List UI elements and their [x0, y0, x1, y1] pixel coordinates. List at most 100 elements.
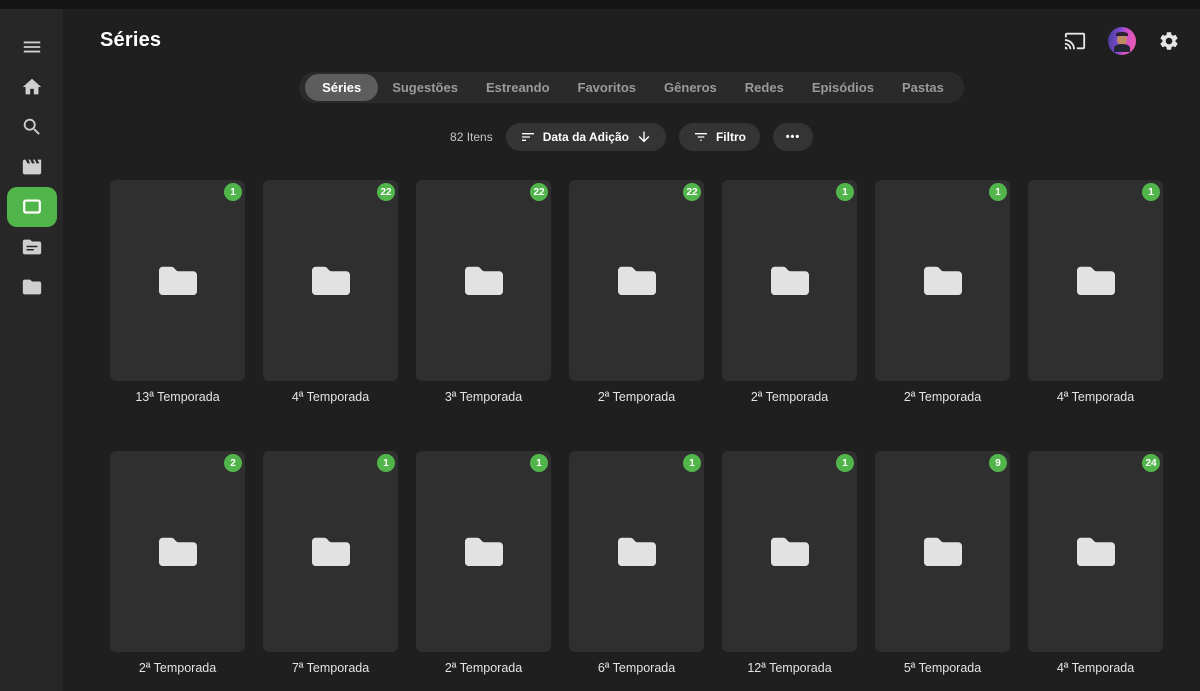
folder-card-label: 2ª Temporada	[750, 390, 829, 404]
folder-card[interactable]: 1 7ª Temporada	[263, 451, 398, 676]
folder-card-thumb[interactable]: 24	[1028, 451, 1163, 652]
folder-card-thumb[interactable]: 1	[722, 451, 857, 652]
sidebar-item-library[interactable]	[7, 227, 57, 267]
folder-icon	[767, 262, 813, 300]
count-badge: 22	[683, 183, 701, 201]
folder-card[interactable]: 1 2ª Temporada	[875, 180, 1010, 405]
tab-series[interactable]: Séries	[305, 74, 379, 101]
folder-card[interactable]: 1 12ª Temporada	[722, 451, 857, 676]
folder-card[interactable]: 9 5ª Temporada	[875, 451, 1010, 676]
search-icon	[21, 116, 43, 138]
folder-card-thumb[interactable]: 1	[416, 451, 551, 652]
tab-sugestoes[interactable]: Sugestões	[378, 74, 472, 101]
folder-card-thumb[interactable]: 1	[569, 451, 704, 652]
folder-card[interactable]: 22 4ª Temporada	[263, 180, 398, 405]
folder-card-label: 7ª Temporada	[291, 661, 370, 675]
count-badge: 1	[1142, 183, 1160, 201]
folder-icon	[308, 262, 354, 300]
toolbar: 82 Itens Data da Adição Filtro •••	[63, 123, 1200, 151]
menu-icon	[21, 36, 43, 58]
tabs-row: Séries Sugestões Estreando Favoritos Gêneros…	[63, 72, 1200, 103]
count-badge: 1	[836, 183, 854, 201]
folder-icon	[614, 533, 660, 571]
folder-card[interactable]: 1 2ª Temporada	[722, 180, 857, 405]
folder-card-label: 13ª Temporada	[135, 390, 220, 404]
cast-icon[interactable]	[1062, 28, 1088, 54]
tab-episodios[interactable]: Episódios	[798, 74, 888, 101]
folder-card-label: 2ª Temporada	[903, 390, 982, 404]
count-badge: 1	[836, 454, 854, 472]
folder-lines-icon	[21, 236, 43, 258]
tab-redes[interactable]: Redes	[731, 74, 798, 101]
count-badge: 1	[377, 454, 395, 472]
folder-card-label: 12ª Temporada	[747, 661, 832, 675]
tab-bar: Séries Sugestões Estreando Favoritos Gêneros…	[299, 72, 964, 103]
sidebar-item-menu[interactable]	[7, 27, 57, 67]
folder-card-thumb[interactable]: 22	[263, 180, 398, 381]
page-title: Séries	[100, 29, 162, 51]
folder-icon	[461, 533, 507, 571]
more-horiz-icon: •••	[785, 131, 801, 143]
settings-gear-icon[interactable]	[1156, 28, 1182, 54]
folder-card[interactable]: 1 13ª Temporada	[110, 180, 245, 405]
count-badge: 1	[989, 183, 1007, 201]
folder-grid: 1 13ª Temporada 22 4ª Temporada 22 3ª Tempora…	[110, 180, 1200, 676]
count-badge: 9	[989, 454, 1007, 472]
folder-icon	[920, 262, 966, 300]
header-actions	[1062, 26, 1182, 55]
folder-card-thumb[interactable]: 1	[722, 180, 857, 381]
count-badge: 22	[377, 183, 395, 201]
folder-card-label: 4ª Temporada	[1056, 661, 1135, 675]
count-badge: 24	[1142, 454, 1160, 472]
folder-icon	[21, 276, 43, 298]
folder-card[interactable]: 2 2ª Temporada	[110, 451, 245, 676]
home-icon	[21, 76, 43, 98]
folder-card-label: 2ª Temporada	[597, 390, 676, 404]
sidebar	[0, 9, 63, 691]
sort-icon	[520, 129, 536, 145]
tab-favoritos[interactable]: Favoritos	[564, 74, 651, 101]
sidebar-item-folders[interactable]	[7, 267, 57, 307]
avatar[interactable]	[1108, 26, 1136, 55]
filter-button[interactable]: Filtro	[678, 123, 760, 151]
tab-estreando[interactable]: Estreando	[472, 74, 564, 101]
tab-generos[interactable]: Gêneros	[650, 74, 731, 101]
folder-card[interactable]: 22 3ª Temporada	[416, 180, 551, 405]
folder-card[interactable]: 1 6ª Temporada	[569, 451, 704, 676]
folder-card-thumb[interactable]: 1	[875, 180, 1010, 381]
folder-card-label: 3ª Temporada	[444, 390, 523, 404]
folder-icon	[614, 262, 660, 300]
main-content: Séries Séries Sugestões Estreando Favoritos…	[63, 9, 1200, 691]
movie-icon	[21, 156, 43, 178]
folder-card[interactable]: 22 2ª Temporada	[569, 180, 704, 405]
sidebar-item-movies[interactable]	[7, 147, 57, 187]
folder-card[interactable]: 1 4ª Temporada	[1028, 180, 1163, 405]
folder-card-label: 2ª Temporada	[444, 661, 523, 675]
count-badge: 2	[224, 454, 242, 472]
sidebar-item-search[interactable]	[7, 107, 57, 147]
folder-icon	[155, 533, 201, 571]
tab-pastas[interactable]: Pastas	[888, 74, 958, 101]
sort-button[interactable]: Data da Adição	[505, 123, 666, 151]
window-top-strip	[0, 0, 1200, 9]
folder-card-thumb[interactable]: 2	[110, 451, 245, 652]
folder-card-thumb[interactable]: 9	[875, 451, 1010, 652]
item-count: 82 Itens	[450, 130, 493, 144]
folder-card-thumb[interactable]: 22	[416, 180, 551, 381]
sidebar-item-series[interactable]	[6, 187, 57, 227]
folder-card-thumb[interactable]: 22	[569, 180, 704, 381]
count-badge: 1	[683, 454, 701, 472]
folder-card-thumb[interactable]: 1	[263, 451, 398, 652]
more-button[interactable]: •••	[772, 123, 813, 151]
folder-card[interactable]: 24 4ª Temporada	[1028, 451, 1163, 676]
filter-icon	[693, 129, 709, 145]
folder-card-thumb[interactable]: 1	[110, 180, 245, 381]
folder-card[interactable]: 1 2ª Temporada	[416, 451, 551, 676]
folder-icon	[767, 533, 813, 571]
folder-card-label: 4ª Temporada	[1056, 390, 1135, 404]
sidebar-item-home[interactable]	[7, 67, 57, 107]
page-header: Séries	[63, 9, 1200, 72]
folder-icon	[308, 533, 354, 571]
arrow-down-icon	[636, 129, 652, 145]
folder-card-thumb[interactable]: 1	[1028, 180, 1163, 381]
